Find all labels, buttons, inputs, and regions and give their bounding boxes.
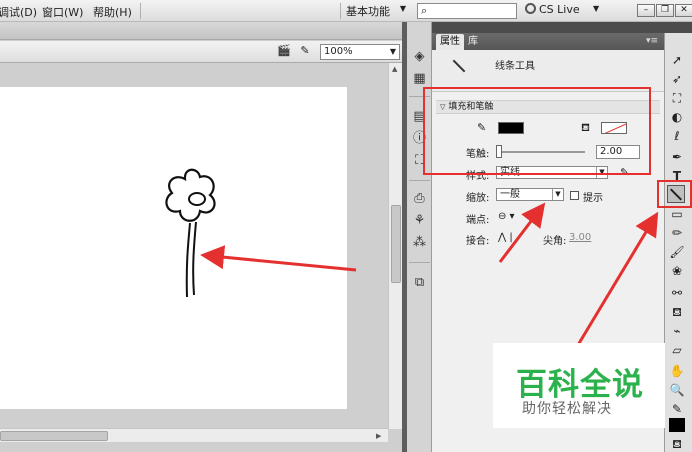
annotation-arrow-tool	[576, 211, 659, 346]
annotation-arrow-flower	[200, 245, 357, 272]
watermark-subtitle: 助你轻松解决	[522, 401, 612, 417]
annotation-arrow-scale	[498, 202, 546, 263]
